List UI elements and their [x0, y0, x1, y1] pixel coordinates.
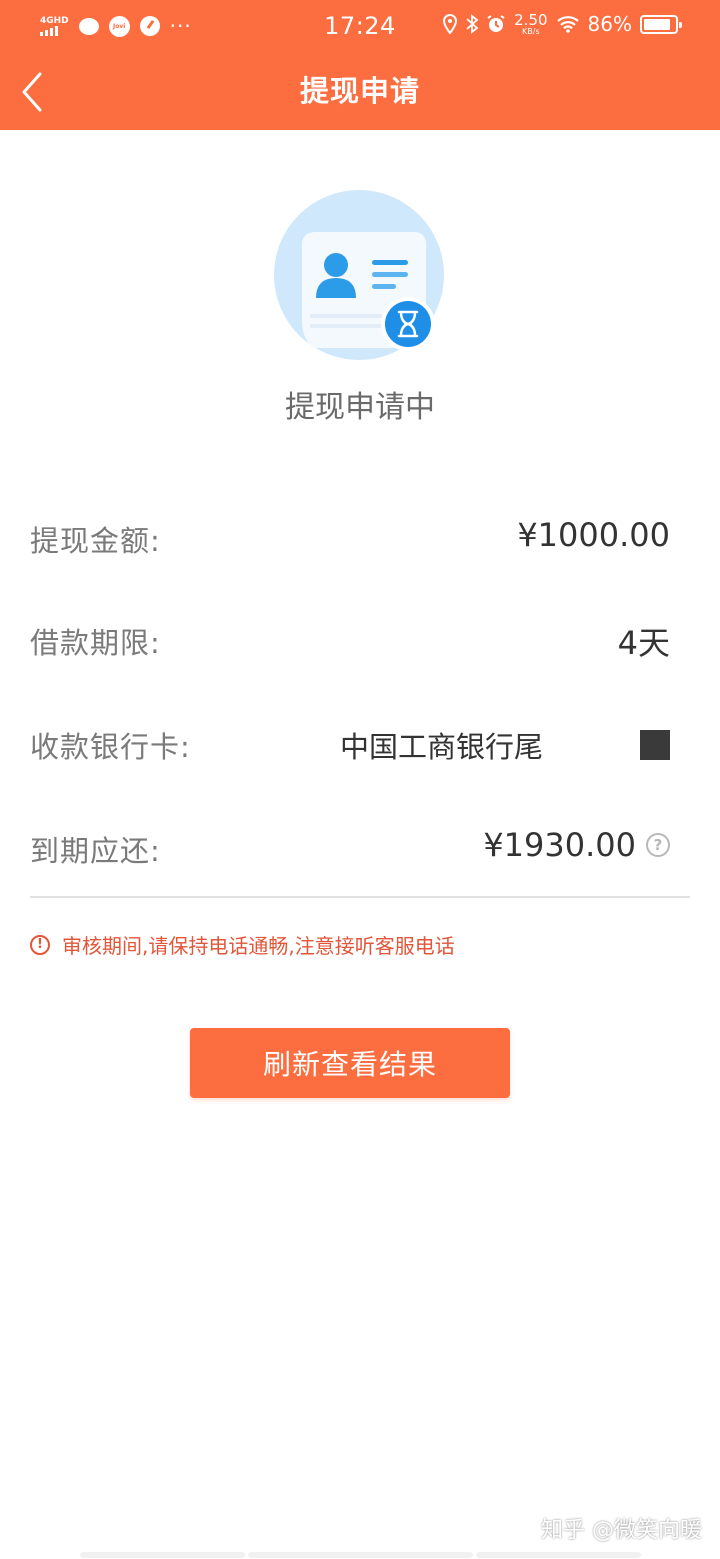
- wifi-icon: [556, 16, 579, 33]
- battery-icon: [640, 14, 682, 34]
- alarm-icon: [487, 15, 505, 32]
- bank-card-label: 收款银行卡:: [30, 730, 191, 764]
- detail-row-due: 到期应还: ¥1930.00 ?: [30, 822, 670, 872]
- due-label: 到期应还:: [30, 834, 161, 868]
- detail-row-amount: 提现金额: ¥1000.00: [30, 512, 670, 562]
- watermark: 知乎 @微笑向暖: [541, 1518, 702, 1543]
- notice-text: 审核期间,请保持电话通畅,注意接听客服电话: [62, 934, 455, 958]
- question-circle-icon[interactable]: ?: [646, 833, 670, 857]
- bluetooth-icon: [466, 14, 479, 34]
- due-value: ¥1930.00: [483, 826, 636, 864]
- status-right-icons: 2.50 KB/s 86%: [442, 10, 682, 36]
- term-label: 借款期限:: [30, 626, 161, 660]
- exclamation-circle-icon: !: [30, 934, 50, 955]
- status-bar: 4GHD Jovi ··· 17:24 2.50 KB/s 86%: [0, 0, 720, 56]
- location-icon: [443, 14, 458, 34]
- bottom-edge: [0, 1550, 720, 1559]
- network-speed: 2.50 KB/s: [514, 10, 548, 36]
- id-card-hourglass-icon: [274, 190, 444, 360]
- detail-row-bank-card: 收款银行卡: 中国工商银行尾: [30, 718, 670, 768]
- term-value: 4天: [617, 624, 670, 662]
- review-notice: ! 审核期间,请保持电话通畅,注意接听客服电话: [30, 930, 455, 959]
- redacted-card-digits: [640, 730, 670, 760]
- status-label: 提现申请中: [285, 390, 435, 425]
- refresh-result-button[interactable]: 刷新查看结果: [190, 1028, 510, 1098]
- amount-value: ¥1000.00: [517, 516, 670, 554]
- page-title: 提现申请: [299, 74, 420, 108]
- navigation-bar: 提现申请: [0, 56, 720, 130]
- divider: [30, 896, 690, 898]
- bank-card-value: 中国工商银行尾: [340, 730, 544, 764]
- detail-row-term: 借款期限: 4天: [30, 614, 670, 664]
- amount-label: 提现金额:: [30, 524, 161, 558]
- battery-percent: 86%: [587, 12, 632, 36]
